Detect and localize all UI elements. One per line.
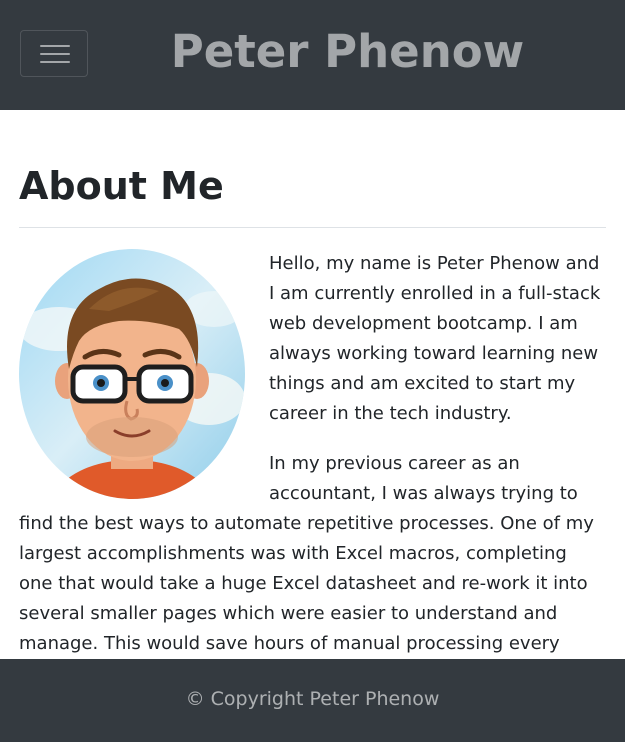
about-content: Hello, my name is Peter Phenow and I am … <box>19 249 606 709</box>
page-title: About Me <box>19 164 224 208</box>
avatar <box>19 249 245 499</box>
about-section: About Me Hello, my name is Peter Phenow … <box>19 110 606 684</box>
navbar: Peter Phenow <box>0 0 625 110</box>
copyright-text: © Copyright Peter Phenow <box>185 688 440 710</box>
footer: © Copyright Peter Phenow <box>0 659 625 742</box>
brand-title[interactable]: Peter Phenow <box>150 22 545 82</box>
heading-divider <box>19 227 606 228</box>
menu-toggle-button[interactable] <box>20 30 88 77</box>
